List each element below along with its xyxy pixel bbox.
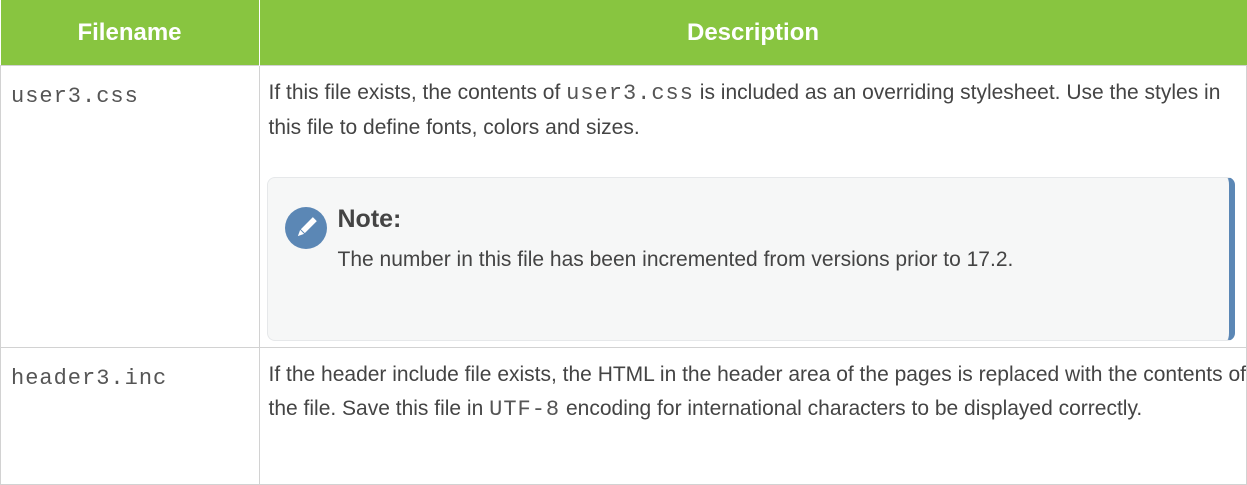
filename-cell: header3.inc bbox=[0, 347, 260, 485]
file-description-table: Filename Description user3.css If this f… bbox=[0, 0, 1247, 485]
pencil-icon bbox=[284, 207, 327, 249]
description-text: If the header include file exists, the H… bbox=[269, 358, 1247, 427]
filename-cell: user3.css bbox=[0, 65, 260, 348]
description-text-part: encoding for international characters to… bbox=[560, 397, 1143, 420]
column-header-filename: Filename bbox=[0, 0, 259, 66]
pencil-icon-graphic bbox=[297, 217, 317, 237]
inline-code: UTF-8 bbox=[489, 397, 561, 422]
note-title: Note: bbox=[337, 205, 402, 233]
column-header-description: Description bbox=[258, 0, 1247, 66]
description-text: If this file exists, the contents of use… bbox=[269, 76, 1247, 145]
note-callout: Note: The number in this file has been i… bbox=[266, 177, 1235, 341]
table-row: user3.css If this file exists, the conte… bbox=[0, 65, 1247, 348]
note-body: The number in this file has been increme… bbox=[337, 248, 1014, 271]
description-cell: If the header include file exists, the H… bbox=[258, 347, 1247, 485]
table-row: header3.inc If the header include file e… bbox=[0, 347, 1247, 485]
description-text-part: If this file exists, the contents of bbox=[268, 81, 567, 104]
inline-code: user3.css bbox=[566, 81, 694, 106]
description-cell: If this file exists, the contents of use… bbox=[258, 65, 1247, 348]
table-header-row: Filename Description bbox=[0, 0, 1247, 66]
